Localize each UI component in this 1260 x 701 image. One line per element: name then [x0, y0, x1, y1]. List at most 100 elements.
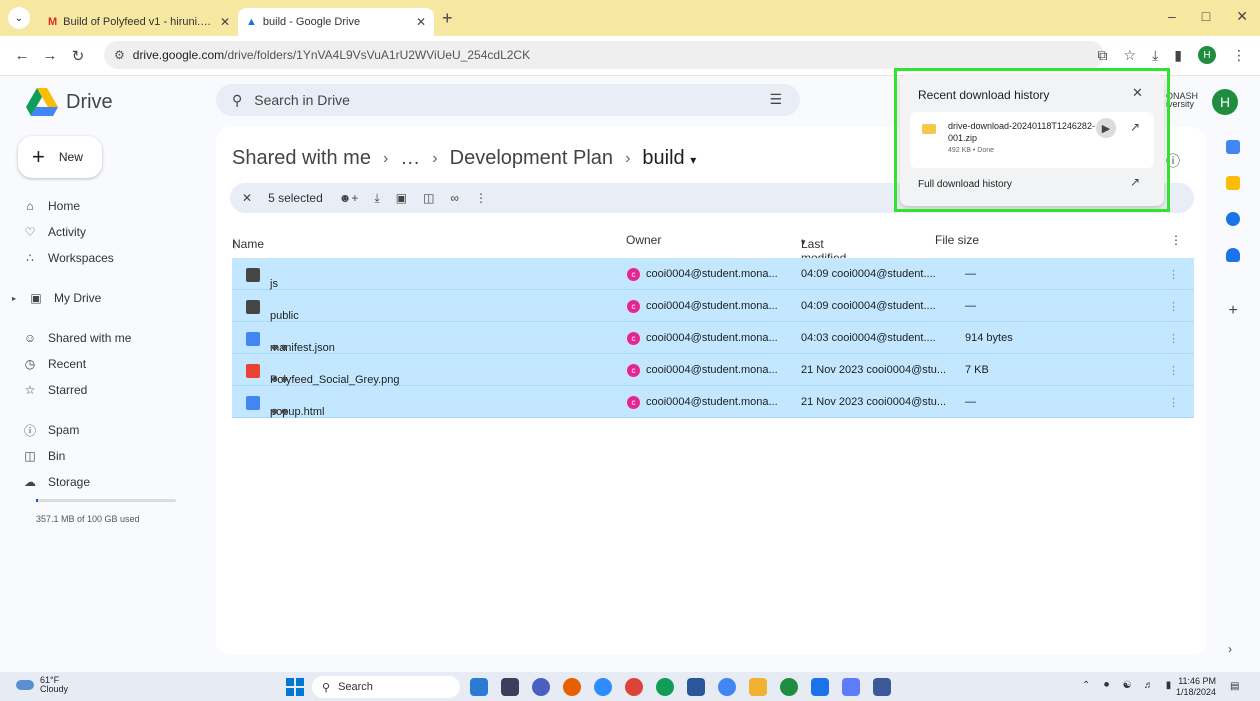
search-options-icon[interactable]: ☰ [769, 91, 782, 108]
sidebar-item-workspaces[interactable]: ∴ Workspaces [22, 248, 202, 268]
close-tab-icon[interactable]: ✕ [416, 15, 426, 29]
volume-icon[interactable]: ♬ [1144, 680, 1154, 691]
sidebar-item-starred[interactable]: ☆ Starred [22, 380, 202, 400]
breadcrumb-parent[interactable]: Development Plan [450, 147, 613, 170]
trash-icon[interactable]: ◫ [423, 191, 434, 205]
table-row[interactable]: popup.html ☻☻ c cooi0004@student.mona... 21… [232, 386, 1194, 418]
site-info-icon[interactable]: ⚙ [114, 48, 125, 62]
notepad-icon[interactable] [811, 678, 829, 696]
breadcrumb-ellipsis[interactable]: … [400, 147, 420, 170]
firefox-icon[interactable] [563, 678, 581, 696]
chrome-icon[interactable] [780, 678, 798, 696]
sidebar-item-spam[interactable]: ⓘ Spam [22, 420, 202, 440]
maximize-icon[interactable]: □ [1202, 8, 1210, 25]
close-window-icon[interactable]: ✕ [1236, 8, 1248, 25]
drive-logo[interactable]: Drive [26, 88, 113, 116]
row-menu-icon[interactable]: ⋮ [1168, 332, 1179, 345]
back-icon[interactable]: ← [8, 47, 36, 64]
download-icon[interactable]: ⤓ [374, 191, 379, 206]
taskbar-clock[interactable]: 11:46 PM 1/18/2024 [1176, 676, 1216, 698]
sidebar-item-shared[interactable]: ☺ Shared with me [22, 328, 202, 348]
forward-icon[interactable]: → [36, 47, 64, 64]
tab-gmail[interactable]: M Build of Polyfeed v1 - hiruni.pal ✕ [40, 8, 238, 36]
sidebar-item-bin[interactable]: ◫ Bin [22, 446, 202, 466]
battery-icon[interactable]: ▮ [1166, 680, 1172, 691]
reload-icon[interactable]: ↻ [64, 47, 92, 65]
table-row[interactable]: public c cooi0004@student.mona... 04:09 coo… [232, 290, 1194, 322]
table-row[interactable]: manifest.json ☻☻ c cooi0004@student.mona..… [232, 322, 1194, 354]
search-bar[interactable]: ⚲ Search in Drive ☰ [216, 84, 800, 116]
clear-selection-icon[interactable]: ✕ [242, 191, 252, 205]
side-panel-icon[interactable]: ▮ [1174, 47, 1182, 64]
taskbar-search[interactable]: ⚲ Search [312, 676, 460, 698]
install-app-icon[interactable]: ⧉ [1098, 47, 1108, 64]
storage-text: 357.1 MB of 100 GB used [36, 514, 140, 524]
calendar-icon[interactable] [1226, 140, 1240, 154]
sort-up-icon[interactable]: ↑ [232, 237, 238, 251]
sidebar-item-activity[interactable]: ♡ Activity [22, 222, 202, 242]
move-icon[interactable]: ▣ [396, 191, 407, 205]
sidebar-item-recent[interactable]: ◷ Recent [22, 354, 202, 374]
url-bar[interactable]: ⚙ drive.google.com/drive/folders/1YnVA4L… [104, 41, 1104, 69]
contacts-icon[interactable] [1226, 248, 1240, 262]
url-path: /drive/folders/1YnVA4L9VsVuA1rU2WViUeU_2… [224, 48, 531, 62]
search-input[interactable]: Search in Drive [254, 92, 350, 108]
share-icon[interactable]: ☻+ [339, 191, 359, 205]
microphone-icon[interactable]: ⚫ [1102, 680, 1110, 691]
app-icon[interactable] [470, 678, 488, 696]
table-row[interactable]: js c cooi0004@student.mona... 04:09 cooi000… [232, 258, 1194, 290]
more-actions-icon[interactable]: ⋮ [475, 191, 487, 205]
new-tab-button[interactable]: + [442, 8, 453, 29]
table-row[interactable]: Polyfeed_Social_Grey.png ☻☻ c cooi0004@stu… [232, 354, 1194, 386]
row-menu-icon[interactable]: ⋮ [1168, 364, 1179, 377]
chrome-icon[interactable] [718, 678, 736, 696]
chevron-right-icon[interactable]: › [1228, 642, 1232, 656]
breadcrumb-root[interactable]: Shared with me [232, 147, 371, 170]
app-icon[interactable] [501, 678, 519, 696]
breadcrumb: Shared with me › … › Development Plan › … [232, 147, 696, 170]
modified-cell: 21 Nov 2023 cooi0004@stu... [801, 396, 947, 408]
windows-start-icon[interactable] [286, 678, 304, 696]
new-button[interactable]: + New [18, 136, 102, 178]
weather-widget[interactable]: 61°F Cloudy [16, 676, 68, 694]
column-options-icon[interactable]: ⋮ [1170, 233, 1182, 247]
sidebar-item-my-drive[interactable]: ▸ ▣ My Drive [10, 288, 202, 308]
chrome-icon[interactable] [656, 678, 674, 696]
sidebar-item-label: My Drive [54, 291, 102, 305]
link-icon[interactable]: ∞ [450, 191, 459, 205]
tab-search-icon[interactable]: ⌄ [8, 7, 30, 29]
add-app-icon[interactable]: + [1220, 302, 1246, 320]
downloads-icon[interactable]: ⤓ [1152, 47, 1158, 64]
bookmark-star-icon[interactable]: ☆ [1124, 47, 1137, 64]
expand-arrow-icon[interactable]: ▸ [10, 294, 18, 303]
close-tab-icon[interactable]: ✕ [220, 15, 230, 29]
snipping-icon[interactable] [842, 678, 860, 696]
browser-profile-avatar[interactable]: H [1198, 46, 1216, 64]
wifi-icon[interactable]: ☯ [1123, 680, 1132, 691]
app-icon[interactable] [873, 678, 891, 696]
chrome-icon[interactable] [625, 678, 643, 696]
row-menu-icon[interactable]: ⋮ [1168, 300, 1179, 313]
notifications-icon[interactable]: ▤ [1230, 681, 1239, 692]
column-owner[interactable]: Owner [626, 233, 661, 247]
account-avatar[interactable]: H [1212, 89, 1238, 115]
app-icon[interactable] [532, 678, 550, 696]
row-menu-icon[interactable]: ⋮ [1168, 268, 1179, 281]
owner-cell: cooi0004@student.mona... [646, 300, 778, 312]
minimize-icon[interactable]: – [1168, 8, 1176, 25]
row-menu-icon[interactable]: ⋮ [1168, 396, 1179, 409]
chevron-up-icon[interactable]: ⌃ [1082, 680, 1090, 691]
file-explorer-icon[interactable] [749, 678, 767, 696]
sidebar-item-storage[interactable]: ☁ Storage [22, 472, 202, 492]
tab-drive[interactable]: ▲ build - Google Drive ✕ [238, 8, 434, 36]
breadcrumb-current[interactable]: build ▾ [642, 147, 696, 170]
keep-icon[interactable] [1226, 176, 1240, 190]
sidebar-item-home[interactable]: ⌂ Home [22, 196, 202, 216]
column-size[interactable]: File size [935, 233, 979, 247]
zoom-icon[interactable] [594, 678, 612, 696]
tasks-icon[interactable] [1226, 212, 1240, 226]
search-icon[interactable]: ⚲ [232, 92, 242, 109]
weather-condition: Cloudy [40, 684, 69, 694]
browser-menu-icon[interactable]: ⋮ [1232, 47, 1246, 64]
word-icon[interactable] [687, 678, 705, 696]
